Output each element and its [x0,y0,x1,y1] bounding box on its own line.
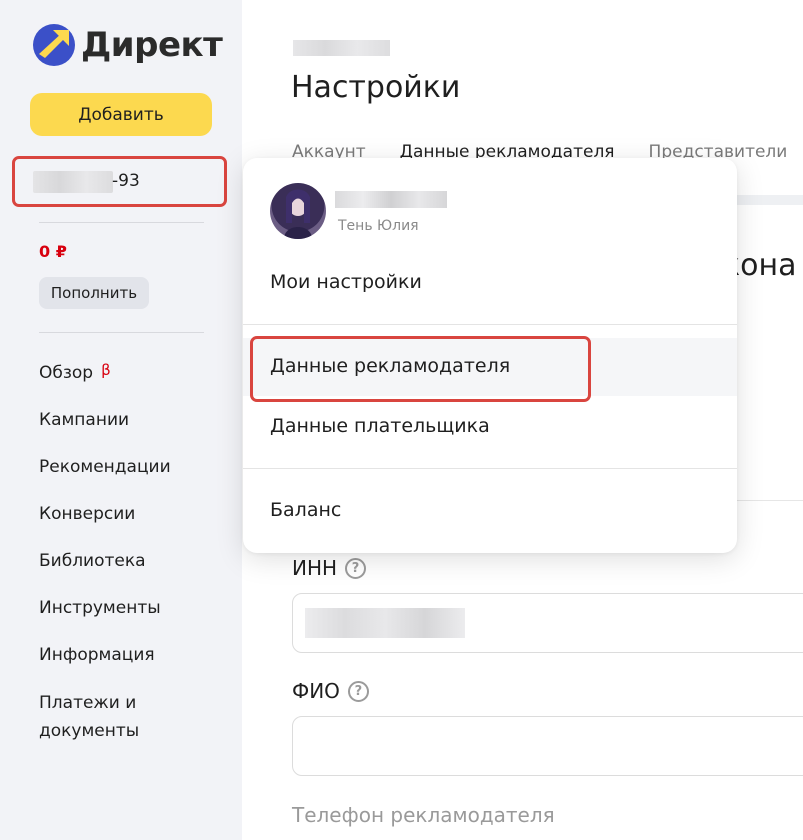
breadcrumb-blurred [293,40,390,56]
sidebar-item-conversions[interactable]: Конверсии [39,501,179,548]
sidebar-item-overview[interactable]: Обзор β [39,360,179,407]
inn-field[interactable] [292,593,803,653]
logo-text: Директ [81,25,223,65]
balance-value: 0 ₽ [39,242,67,261]
login-blurred [33,171,113,193]
inn-label: ИНН ? [292,556,367,580]
fio-field[interactable] [292,716,803,776]
help-icon[interactable]: ? [347,680,369,702]
sidebar-item-campaigns[interactable]: Кампании [39,407,179,454]
account-login-selector[interactable]: -93 [12,156,227,207]
annotation-highlight [250,336,591,402]
add-button[interactable]: Добавить [30,93,212,136]
divider [736,500,803,530]
sidebar-item-recommendations[interactable]: Рекомендации [39,454,179,501]
menu-item-my-settings[interactable]: Мои настройки [270,271,422,293]
menu-item-balance[interactable]: Баланс [270,499,341,521]
help-icon[interactable]: ? [345,557,367,579]
page-title: Настройки [291,70,461,105]
topup-button[interactable]: Пополнить [39,277,149,309]
divider [243,324,737,325]
fio-label: ФИО ? [292,679,369,703]
login-suffix: -93 [112,171,140,191]
menu-item-payer-data[interactable]: Данные плательщика [270,415,490,437]
logo[interactable]: Директ [33,24,223,66]
sidebar-nav: Обзор β Кампании Рекомендации Конверсии Б… [39,360,179,749]
sidebar-item-payments[interactable]: Платежи и документы [39,689,179,749]
phone-label: Телефон рекламодателя [292,803,555,827]
beta-badge: β [101,361,111,379]
user-name: Тень Юлия [338,218,419,234]
sidebar-item-library[interactable]: Библиотека [39,548,179,595]
sidebar: Директ Добавить -93 0 ₽ Пополнить Обзор β… [0,0,242,840]
divider [243,468,737,469]
yandex-direct-logo-icon [33,24,75,66]
avatar [270,183,326,239]
inn-value-blurred [305,608,465,638]
divider [39,332,204,333]
divider [39,222,204,223]
section-banner [736,195,803,205]
sidebar-item-tools[interactable]: Инструменты [39,595,179,642]
sidebar-item-information[interactable]: Информация [39,642,179,689]
user-login-blurred [335,191,447,208]
